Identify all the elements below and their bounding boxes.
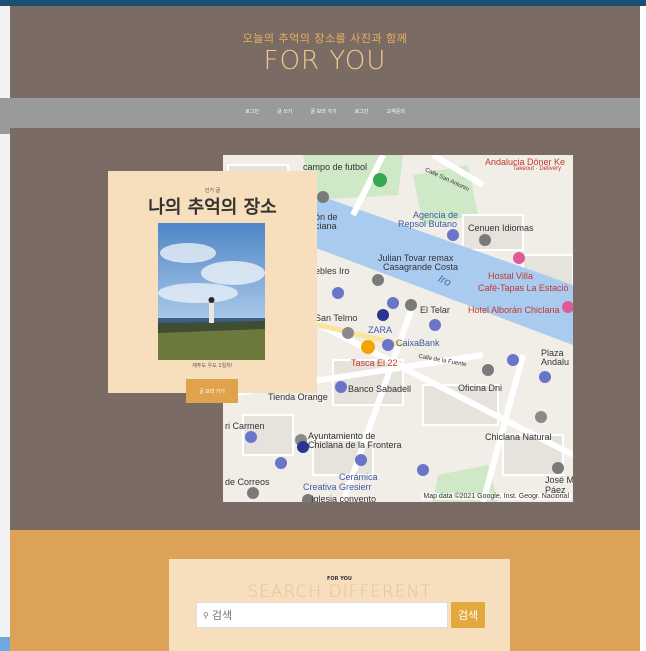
map-label-chiclana-natural[interactable]: Chiclana Natural	[485, 432, 552, 442]
map-label-chiclana-frontera: Chiclana de la Frontera	[308, 440, 402, 450]
map-label-el-telar[interactable]: El Telar	[420, 305, 450, 315]
map-label-san-telmo[interactable]: San Telmo	[315, 313, 357, 323]
search-heading: SEARCH DIFFERENT	[247, 582, 432, 602]
search-icon: ⚲	[203, 610, 209, 620]
map-label-ciana: ciana	[315, 221, 337, 231]
photo-image	[158, 223, 265, 360]
site-header: 오늘의 추억의 장소를 사진과 함께 FOR YOU	[10, 6, 640, 98]
site-subtitle: 오늘의 추억의 장소를 사진과 함께	[242, 32, 408, 45]
left-edge-nav-band	[0, 98, 10, 134]
map-label-zara[interactable]: ZARA	[368, 325, 392, 335]
search-box: FOR YOU SEARCH DIFFERENT ⚲ 검색	[169, 559, 510, 651]
map-label-hostal-villa[interactable]: Hostal Villa	[488, 271, 533, 281]
main-nav: 로그인 글 쓰기 글 보러 가기 로그인 고객문의	[10, 98, 640, 128]
map-label-ceramica[interactable]: Cerámica	[339, 472, 378, 482]
map-label-casagrande: Casagrande Costa	[383, 262, 459, 272]
map-label-oficina-dni[interactable]: Oficina Dni	[458, 383, 502, 393]
map-label-cafe-tapas: Café-Tapas La Estació	[478, 283, 569, 293]
map-label-tienda-orange[interactable]: Tienda Orange	[268, 392, 328, 402]
left-edge-blue-tab	[0, 637, 10, 651]
map-label-muebles-iro[interactable]: ebles Iro	[315, 266, 350, 276]
map-label-iglesia: Iglesia convento	[311, 494, 377, 502]
search-section: FOR YOU SEARCH DIFFERENT ⚲ 검색	[10, 530, 640, 651]
search-field[interactable]: ⚲	[196, 602, 448, 628]
post-caption: 제주도 우도 1일차!	[192, 363, 233, 369]
map-label-jose-m: José M	[545, 475, 573, 485]
site-brand[interactable]: FOR YOU	[10, 46, 640, 76]
post-photo[interactable]	[158, 223, 265, 360]
map-label-andalucia-sub: Takeout · Delivery	[513, 166, 562, 172]
map-label-repsol[interactable]: Repsol Butano	[398, 219, 457, 229]
map-label-ri-carmen: ri Carmen	[225, 421, 265, 431]
nav-item-login-2[interactable]: 로그인	[355, 108, 369, 115]
nav-list: 로그인 글 쓰기 글 보러 가기 로그인 고객문의	[245, 108, 405, 115]
map-label-tasca-el-22[interactable]: Tasca El 22	[351, 358, 398, 368]
map-label-cenuen[interactable]: Cenuen Idiomas	[468, 223, 534, 233]
map-label-caixabank[interactable]: CaixaBank	[396, 338, 440, 348]
nav-item-login[interactable]: 로그인	[245, 108, 259, 115]
map-attribution[interactable]: Map data ©2021 Google, Inst. Geogr. Naci…	[421, 493, 571, 500]
popular-post-card: 인기 글 나의 추억의 장소 제주도 우도 1일차! 글 보러 가기	[108, 171, 317, 403]
search-input[interactable]	[211, 608, 432, 622]
map-label-hotel-alboran[interactable]: Hotel Alborán Chiclana	[468, 305, 560, 315]
post-title[interactable]: 나의 추억의 장소	[108, 193, 317, 219]
view-post-button[interactable]: 글 보러 가기	[186, 379, 238, 403]
map-label-correos: de Correos	[225, 477, 270, 487]
nav-item-browse-posts[interactable]: 글 보러 가기	[310, 108, 336, 115]
left-page-edge	[0, 6, 10, 651]
map-label-banco-sabadell[interactable]: Banco Sabadell	[348, 384, 411, 394]
right-page-edge	[640, 6, 646, 651]
nav-item-write[interactable]: 글 쓰기	[277, 108, 292, 115]
map-label-andalu: Andalu	[541, 357, 570, 367]
map-label-creativa: Creativa Gresierr	[303, 482, 372, 492]
nav-item-contact[interactable]: 고객문의	[386, 108, 404, 115]
search-button[interactable]: 검색	[451, 602, 485, 628]
